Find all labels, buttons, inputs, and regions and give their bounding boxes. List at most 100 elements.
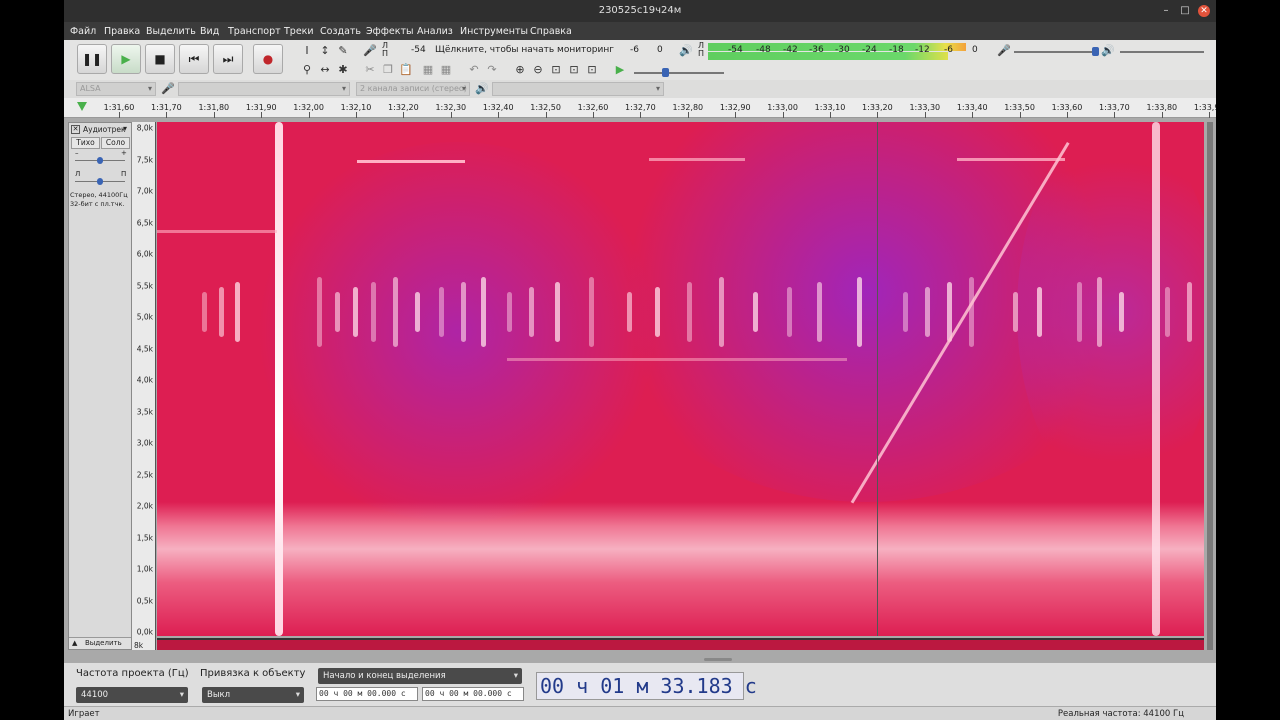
frequency-tick-label: 5,0k: [136, 312, 153, 322]
pause-button[interactable]: ❚❚: [77, 44, 107, 74]
paste-icon[interactable]: 📋: [398, 62, 414, 78]
spectrogram-pulse: [687, 282, 692, 342]
play-head-marker-icon[interactable]: [77, 102, 87, 111]
fit-project-icon[interactable]: ⊡: [566, 62, 582, 78]
frequency-scale: 8,0k 7,5k 7,0k 6,5k 6,0k 5,5k 5,0k 4,5k 4,0k 3,5k…: [132, 122, 156, 650]
frequency-tick-label: 3,0k: [136, 438, 153, 448]
track-menu-chevron-icon[interactable]: ▾: [123, 124, 127, 133]
recording-channels-select[interactable]: 2 канала записи (стерео): [356, 82, 470, 96]
snap-select[interactable]: Выкл: [202, 687, 304, 703]
menu-tools[interactable]: Инструменты: [460, 26, 528, 37]
selection-toolbar: Частота проекта (Гц) 44100 Привязка к об…: [64, 662, 1216, 706]
menu-file[interactable]: Файл: [70, 26, 96, 37]
menu-edit[interactable]: Правка: [104, 26, 140, 37]
spectrogram-pulse: [1013, 292, 1018, 332]
selection-end-field[interactable]: 00 ч 00 м 00.000 с: [422, 687, 524, 701]
zoom-in-icon[interactable]: ⊕: [512, 62, 528, 78]
menu-help[interactable]: Справка: [530, 26, 572, 37]
trim-icon[interactable]: ▦: [420, 62, 436, 78]
menu-view[interactable]: Вид: [200, 26, 219, 37]
timeshift-tool-icon[interactable]: ↔: [317, 62, 333, 78]
play-speed-thumb[interactable]: [662, 68, 669, 77]
resize-handle[interactable]: [704, 658, 732, 661]
playback-volume-slider[interactable]: [1120, 51, 1204, 53]
timeline-ruler[interactable]: 1:31,60 1:31,70 1:31,80 1:31,90 1:32,00 1:32,…: [64, 98, 1216, 118]
spectrogram-pulse: [1077, 282, 1082, 342]
skip-end-button[interactable]: ⏭: [213, 44, 243, 74]
monitor-hint[interactable]: Щёлкните, чтобы начать мониторинг: [435, 45, 614, 55]
spectrogram-pulse: [1097, 277, 1102, 347]
record-volume-slider[interactable]: [1014, 51, 1098, 53]
record-volume-thumb[interactable]: [1092, 47, 1099, 56]
select-track-button[interactable]: Выделить: [85, 639, 122, 647]
play-speed-slider[interactable]: [634, 72, 724, 74]
selection-mode-select[interactable]: Начало и конец выделения: [318, 668, 522, 684]
play-scale-18: -18: [889, 45, 904, 55]
spectrogram-pulse: [589, 277, 594, 347]
audio-host-select[interactable]: ALSA: [76, 82, 156, 96]
frequency-tick-label: 1,0k: [136, 564, 153, 574]
pan-thumb[interactable]: [97, 178, 103, 185]
selection-tool-icon[interactable]: I: [299, 43, 315, 59]
stop-button[interactable]: ■: [145, 44, 175, 74]
track-name[interactable]: Аудиотрек: [83, 125, 126, 134]
ruler-tick-label: 1:33,90: [1193, 103, 1216, 112]
spectrogram-second-channel[interactable]: [157, 638, 1204, 650]
menu-analyze[interactable]: Анализ: [417, 26, 453, 37]
solo-button[interactable]: Соло: [101, 137, 130, 149]
selection-start-field[interactable]: 00 ч 00 м 00.000 с: [316, 687, 418, 701]
spectrogram-view[interactable]: [157, 122, 1204, 636]
silence-icon[interactable]: ▦: [438, 62, 454, 78]
undo-icon[interactable]: ↶: [466, 62, 482, 78]
spectrogram-pulse: [1187, 282, 1192, 342]
play-meter-lr: ЛП: [698, 41, 705, 58]
collapse-icon[interactable]: ▲: [72, 639, 77, 647]
project-rate-label: Частота проекта (Гц): [76, 668, 189, 679]
redo-icon[interactable]: ↷: [484, 62, 500, 78]
gain-thumb[interactable]: [97, 157, 103, 164]
minimize-icon[interactable]: –: [1160, 5, 1172, 17]
menu-transport[interactable]: Транспорт: [228, 26, 281, 37]
track-close-icon[interactable]: ✕: [71, 125, 80, 134]
spectrogram-pulse: [202, 292, 207, 332]
speaker-icon[interactable]: 🔊: [678, 43, 694, 59]
close-icon[interactable]: ✕: [1198, 5, 1210, 17]
playback-device-select[interactable]: [492, 82, 664, 96]
menu-generate[interactable]: Создать: [320, 26, 361, 37]
copy-icon[interactable]: ❐: [380, 62, 396, 78]
mute-button[interactable]: Тихо: [71, 137, 100, 149]
menu-tracks[interactable]: Треки: [284, 26, 314, 37]
multi-tool-icon[interactable]: ✱: [335, 62, 351, 78]
spectrogram-pulse: [393, 277, 398, 347]
audio-position-display[interactable]: 00 ч 01 м 33.183 с: [536, 672, 757, 700]
pan-right-label: П: [121, 170, 127, 178]
record-icon: ●: [262, 52, 274, 66]
skip-start-button[interactable]: ⏮: [179, 44, 209, 74]
record-volume-icon: 🎤: [997, 44, 1011, 57]
fit-selection-icon[interactable]: ⊡: [548, 62, 564, 78]
spectrogram-pulse: [857, 277, 862, 347]
record-button[interactable]: ●: [253, 44, 283, 74]
record-meter-lr: ЛП: [382, 41, 389, 58]
zoom-tool-icon[interactable]: ⚲: [299, 62, 315, 78]
zoom-toggle-icon[interactable]: ⊡: [584, 62, 600, 78]
microphone-icon[interactable]: 🎤: [362, 43, 378, 59]
play-scale-48: -48: [756, 45, 771, 55]
project-rate-select[interactable]: 44100: [76, 687, 188, 703]
menu-select[interactable]: Выделить: [146, 26, 196, 37]
vertical-scrollbar[interactable]: [1207, 122, 1213, 650]
maximize-icon[interactable]: □: [1179, 5, 1191, 17]
envelope-tool-icon[interactable]: ↕: [317, 43, 333, 59]
status-text: Играет: [68, 709, 100, 719]
zoom-out-icon[interactable]: ⊖: [530, 62, 546, 78]
record-meter-scale: -54: [411, 45, 426, 55]
spectrogram-pulse: [439, 287, 444, 337]
playback-volume-icon: 🔊: [1101, 44, 1115, 57]
play-at-speed-icon[interactable]: ▶: [612, 62, 628, 78]
recording-device-select[interactable]: [178, 82, 350, 96]
draw-tool-icon[interactable]: ✎: [335, 43, 351, 59]
menu-effects[interactable]: Эффекты: [366, 26, 414, 37]
ruler-tick-label: 1:32,60: [577, 103, 609, 112]
play-button[interactable]: ▶: [111, 44, 141, 74]
cut-icon[interactable]: ✂: [362, 62, 378, 78]
